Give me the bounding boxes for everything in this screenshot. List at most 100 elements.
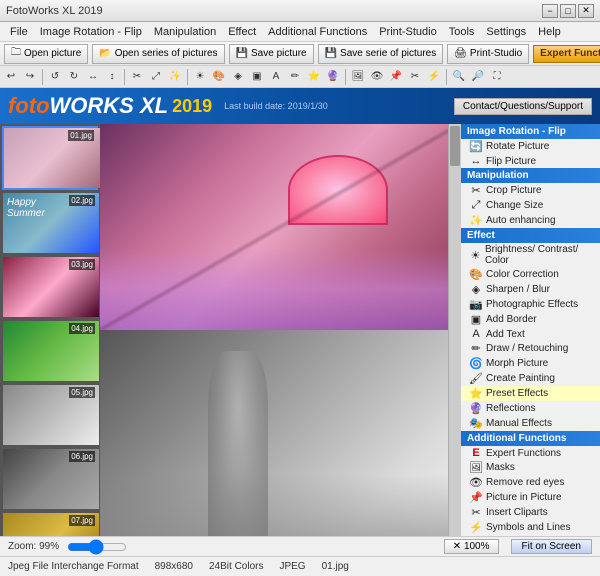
- preset-effects-icon: ⭐: [469, 387, 483, 400]
- separator-4: [345, 69, 346, 85]
- auto-enhance-icon-btn[interactable]: ✨: [166, 68, 184, 86]
- menu-settings[interactable]: Settings: [480, 24, 532, 40]
- rotate-left-icon-btn[interactable]: ↺: [46, 68, 64, 86]
- menu-file[interactable]: File: [4, 24, 34, 40]
- panel-item-flip[interactable]: ↔ Flip Picture: [461, 154, 600, 168]
- section-header-effect: Effect: [461, 228, 600, 243]
- zoom-slider[interactable]: [67, 543, 127, 551]
- minimize-button[interactable]: −: [542, 4, 558, 18]
- zoom-100-button[interactable]: ✕ 100%: [444, 539, 499, 554]
- pip-icon-btn[interactable]: 📌: [387, 68, 405, 86]
- manual-effects-label: Manual Effects: [486, 418, 552, 429]
- panel-item-morph[interactable]: 🌀 Morph Picture: [461, 356, 600, 371]
- draw-icon-btn[interactable]: ✏: [286, 68, 304, 86]
- panel-item-add-text[interactable]: A Add Text: [461, 327, 600, 341]
- crop-icon-btn[interactable]: ✂: [128, 68, 146, 86]
- border-icon-btn[interactable]: ▣: [248, 68, 266, 86]
- print-studio-button[interactable]: 🖨 Print-Studio: [447, 44, 529, 64]
- redo-icon-btn[interactable]: ↪: [21, 68, 39, 86]
- flip-v-icon-btn[interactable]: ↕: [103, 68, 121, 86]
- panel-item-rotate[interactable]: 🔄 Rotate Picture: [461, 139, 600, 154]
- print-icon: 🖨: [454, 48, 467, 59]
- logo-foto: foto: [8, 93, 50, 118]
- scroll-thumb: [450, 126, 460, 166]
- save-picture-button[interactable]: 💾 Save picture: [229, 44, 314, 64]
- open-series-button[interactable]: 📂 Open series of pictures: [92, 44, 224, 64]
- panel-item-add-border[interactable]: ▣ Add Border: [461, 312, 600, 327]
- panel-item-crop[interactable]: ✂ Crop Picture: [461, 183, 600, 198]
- brightness-icon: ☀: [469, 249, 482, 262]
- separator-2: [124, 69, 125, 85]
- canvas-area[interactable]: [100, 124, 460, 536]
- color-icon-btn[interactable]: 🎨: [210, 68, 228, 86]
- canvas-scrollbar[interactable]: [448, 124, 460, 536]
- zoom-in-icon-btn[interactable]: 🔍: [450, 68, 468, 86]
- panel-item-brightness[interactable]: ☀ Brightness/ Contrast/ Color: [461, 243, 600, 267]
- thumbnail-item-05[interactable]: 05.jpg: [2, 384, 98, 446]
- open-picture-button[interactable]: 🗀 Open picture: [4, 44, 88, 64]
- status-bar: Jpeg File Interchange Format 898x680 24B…: [0, 556, 600, 576]
- thumbnail-item-02[interactable]: HappySummer 02.jpg: [2, 192, 98, 254]
- effect-icon-btn[interactable]: ⭐: [305, 68, 323, 86]
- panel-item-reflections[interactable]: 🔮 Reflections: [461, 401, 600, 416]
- menu-tools[interactable]: Tools: [443, 24, 481, 40]
- thumbnail-item-01[interactable]: 01.jpg: [2, 126, 98, 190]
- panel-item-draw[interactable]: ✏ Draw / Retouching: [461, 341, 600, 356]
- redeye-icon-btn[interactable]: 👁: [368, 68, 386, 86]
- pip-label: Picture in Picture: [486, 492, 562, 503]
- thumbnail-item-04[interactable]: 04.jpg: [2, 320, 98, 382]
- contact-button[interactable]: Contact/Questions/Support: [454, 98, 592, 115]
- panel-item-masks[interactable]: 🖼 Masks: [461, 460, 600, 475]
- zoom-out-icon-btn[interactable]: 🔎: [469, 68, 487, 86]
- text-icon-btn[interactable]: A: [267, 68, 285, 86]
- symbols-icon-btn[interactable]: ⚡: [425, 68, 443, 86]
- panel-item-painting[interactable]: 🖌 Create Painting: [461, 371, 600, 386]
- panel-item-expert[interactable]: E Expert Functions: [461, 446, 600, 460]
- painting-icon: 🖌: [469, 372, 483, 385]
- panel-item-preset-effects[interactable]: ⭐ Preset Effects: [461, 386, 600, 401]
- panel-item-redeye[interactable]: 👁 Remove red eyes: [461, 475, 600, 490]
- close-button[interactable]: ✕: [578, 4, 594, 18]
- fullscreen-icon-btn[interactable]: ⛶: [488, 68, 506, 86]
- reflection-icon-btn[interactable]: 🔮: [324, 68, 342, 86]
- panel-item-collage[interactable]: 🧩 Create collage: [461, 535, 600, 536]
- clipart-icon-btn[interactable]: ✂: [406, 68, 424, 86]
- resize-icon-btn[interactable]: ⤢: [147, 68, 165, 86]
- panel-item-auto-enhance[interactable]: ✨ Auto enhancing: [461, 213, 600, 228]
- flip-picture-label: Flip Picture: [486, 156, 536, 167]
- menu-additional[interactable]: Additional Functions: [262, 24, 373, 40]
- undo-icon-btn[interactable]: ↩: [2, 68, 20, 86]
- auto-enhance-icon: ✨: [469, 214, 483, 227]
- menu-print[interactable]: Print-Studio: [373, 24, 442, 40]
- menu-manipulation[interactable]: Manipulation: [148, 24, 222, 40]
- thumbnail-panel[interactable]: 01.jpg HappySummer 02.jpg 03.jpg 04.jpg …: [0, 124, 100, 536]
- panel-item-symbols[interactable]: ⚡ Symbols and Lines: [461, 520, 600, 535]
- panel-item-resize[interactable]: ⤢ Change Size: [461, 198, 600, 213]
- menu-help[interactable]: Help: [532, 24, 567, 40]
- menu-effect[interactable]: Effect: [222, 24, 262, 40]
- thumbnail-label-05: 05.jpg: [69, 387, 95, 398]
- sharpen-icon-btn[interactable]: ◈: [229, 68, 247, 86]
- panel-item-photo-effects[interactable]: 📷 Photographic Effects: [461, 297, 600, 312]
- fit-on-screen-button[interactable]: Fit on Screen: [511, 539, 592, 554]
- panel-item-pip[interactable]: 📌 Picture in Picture: [461, 490, 600, 505]
- menu-image-rotation[interactable]: Image Rotation - Flip: [34, 24, 148, 40]
- thumbnail-item-03[interactable]: 03.jpg: [2, 256, 98, 318]
- cliparts-label: Insert Cliparts: [486, 507, 548, 518]
- flip-h-icon-btn[interactable]: ↔: [84, 68, 102, 86]
- thumbnail-item-06[interactable]: 06.jpg: [2, 448, 98, 510]
- rotate-right-icon-btn[interactable]: ↻: [65, 68, 83, 86]
- thumbnail-item-07[interactable]: 07.jpg: [2, 512, 98, 536]
- panel-item-cliparts[interactable]: ✂ Insert Cliparts: [461, 505, 600, 520]
- maximize-button[interactable]: □: [560, 4, 576, 18]
- reflections-label: Reflections: [486, 403, 535, 414]
- panel-item-manual-effects[interactable]: 🎭 Manual Effects: [461, 416, 600, 431]
- save-serie-button[interactable]: 💾 Save serie of pictures: [318, 44, 444, 64]
- mask-icon-btn[interactable]: 🖼: [349, 68, 367, 86]
- expert-functions-button[interactable]: Expert Functions: [533, 45, 600, 63]
- panel-item-sharpen[interactable]: ◈ Sharpen / Blur: [461, 282, 600, 297]
- panel-item-color-correction[interactable]: 🎨 Color Correction: [461, 267, 600, 282]
- cliparts-icon: ✂: [469, 506, 483, 519]
- brightness-icon-btn[interactable]: ☀: [191, 68, 209, 86]
- section-header-rotation: Image Rotation - Flip: [461, 124, 600, 139]
